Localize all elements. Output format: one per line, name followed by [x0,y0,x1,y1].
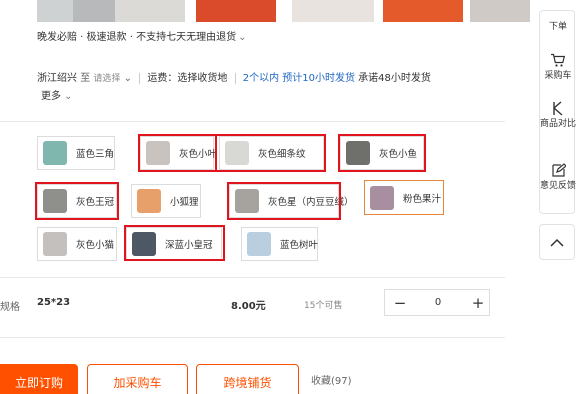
strip-thumb[interactable] [470,0,530,22]
divider [234,72,236,84]
sidebar-cart[interactable]: 采购车 [540,53,576,82]
annotation-box [138,134,217,172]
chevron-down-icon: ⌄ [238,32,247,43]
strip-thumb[interactable] [73,0,115,22]
sidebar-order-label: 下单 [548,22,567,32]
strip-thumb[interactable] [292,0,374,22]
variant-thumbnail [43,141,67,165]
strip-thumb[interactable] [196,0,276,22]
chevron-up-icon [550,238,564,247]
shipping-row: 浙江绍兴 至 请选择 ⌄ 运费：选择收货地 2个以内 预计10小时发货 承诺48… [37,69,431,84]
divider [0,121,505,122]
strip-thumb[interactable] [115,0,185,22]
divider [0,337,505,338]
service-text: 晚发必赔 · 极速退款 · 不支持七天无理由退货 [37,32,237,43]
variant-option[interactable]: 小狐狸 [131,184,201,218]
unit-price: 8.00元 [231,301,266,312]
spec-value: 25*23 [37,297,71,308]
variant-option[interactable]: 蓝色三角 [37,136,115,170]
annotation-box [338,134,426,172]
variant-option[interactable]: 蓝色树叶 [241,227,318,261]
destination-select[interactable]: 请选择 [93,74,120,84]
variant-label: 粉色果汁 [403,193,442,205]
back-to-top-button[interactable] [539,224,575,260]
divider [139,72,141,84]
sidebar-compare[interactable]: 商品对比 [540,101,576,130]
ship-promise: 承诺48小时发货 [358,73,431,84]
sidebar-compare-label: 商品对比 [540,119,577,129]
image-strip [0,0,530,22]
strip-thumb[interactable] [383,0,463,22]
service-guarantees[interactable]: 晚发必赔 · 极速退款 · 不支持七天无理由退货 ⌄ [37,28,246,43]
order-now-button[interactable]: 立即订购 [0,364,78,394]
quantity-input[interactable]: 0 [415,290,461,315]
sidebar-cart-label: 采购车 [544,71,572,81]
chevron-down-icon: ⌄ [61,91,73,102]
add-to-cart-button[interactable]: 加采购车 [87,364,188,394]
variant-thumbnail [137,189,161,213]
more-label: 更多 [41,91,61,102]
sidebar-feedback-label: 意见反馈 [540,181,577,191]
annotation-box [35,182,119,220]
cross-border-button[interactable]: 跨境铺货 [196,364,299,394]
variant-thumbnail [247,232,271,256]
annotation-box [215,134,326,172]
chevron-down-icon[interactable]: ⌄ [120,73,132,84]
variant-label: 灰色小猫 [76,240,115,251]
favorite-link[interactable]: 收藏(97) [311,372,352,387]
ship-fee: 运费：选择收货地 [147,73,228,84]
cart-icon [551,53,566,67]
increment-button[interactable]: + [465,290,491,315]
ship-time: 2个以内 预计10小时发货 [242,73,355,84]
variant-option[interactable]: 粉色果汁 [364,180,444,215]
variant-option[interactable]: 灰色小猫 [37,227,117,261]
quantity-stepper: − 0 + [384,289,490,316]
variant-label: 蓝色树叶 [280,240,319,251]
variant-thumbnail [43,232,67,256]
ship-to: 至 [80,73,91,84]
compare-icon [553,101,563,116]
variant-thumbnail [370,185,394,210]
more-link[interactable]: 更多 ⌄ [41,87,73,102]
variant-label: 小狐狸 [170,197,199,208]
floating-sidebar: 下单 采购车 商品对比 意见反馈 [539,10,576,214]
edit-icon [551,163,566,177]
sidebar-order[interactable]: 下单 [540,21,576,33]
ship-origin: 浙江绍兴 [37,73,77,84]
spec-label: 规格 [0,302,20,313]
sidebar-feedback[interactable]: 意见反馈 [540,163,576,192]
variant-label: 蓝色三角 [76,149,115,160]
annotation-box [124,225,225,261]
strip-thumb[interactable] [37,0,73,22]
divider [0,277,505,278]
decrement-button[interactable]: − [387,290,413,315]
stock-count: 15个可售 [304,301,343,311]
annotation-box [227,182,341,220]
